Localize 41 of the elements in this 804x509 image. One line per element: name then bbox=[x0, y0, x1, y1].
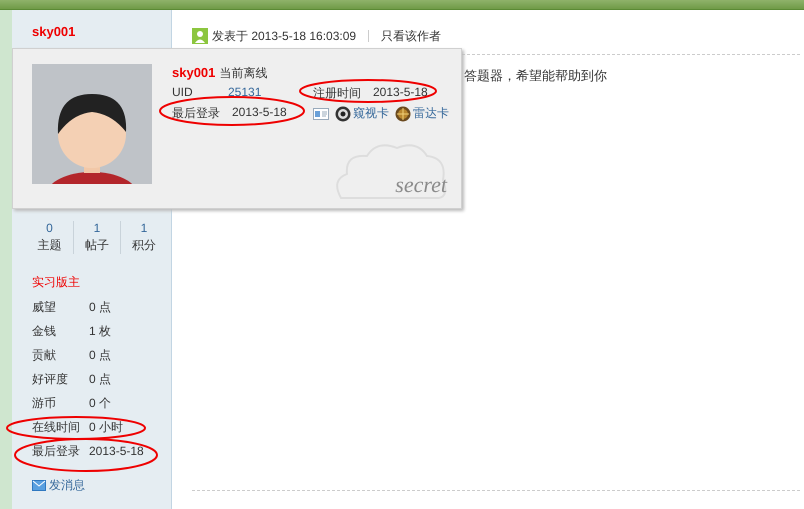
field-label: 游币 bbox=[32, 394, 57, 412]
stat-value[interactable]: 1 bbox=[140, 221, 148, 235]
post-time: 发表于 2013-5-18 16:03:09 bbox=[212, 28, 356, 44]
field-label: 威望 bbox=[32, 298, 57, 316]
field-value: 1 枚 bbox=[89, 322, 112, 340]
field-value: 0 点 bbox=[89, 370, 112, 388]
field-value: 0 小时 bbox=[89, 418, 124, 436]
user-icon bbox=[192, 28, 208, 44]
send-message-link[interactable]: 发消息 bbox=[49, 477, 85, 494]
field-value: 2013-5-18 bbox=[232, 105, 287, 121]
post-text: 答题器，希望能帮助到你 bbox=[464, 67, 607, 85]
online-status: 当前离线 bbox=[219, 65, 268, 82]
user-group: 实习版主 bbox=[32, 274, 171, 291]
uid-link[interactable]: 25131 bbox=[228, 85, 313, 102]
stat-value[interactable]: 0 bbox=[46, 221, 53, 235]
field-label: 好评度 bbox=[32, 370, 69, 388]
author-only-link[interactable]: 只看该作者 bbox=[381, 28, 442, 44]
watermark-text: secret bbox=[395, 172, 447, 198]
envelope-icon bbox=[32, 480, 46, 491]
field-label: UID bbox=[172, 85, 194, 101]
field-value: 0 点 bbox=[89, 298, 112, 316]
field-value: 2013-5-18 bbox=[89, 444, 144, 458]
card-link[interactable]: 窥视卡 bbox=[353, 105, 389, 122]
username[interactable]: sky001 bbox=[32, 24, 76, 39]
username[interactable]: sky001 bbox=[172, 65, 216, 80]
field-label: 金钱 bbox=[32, 322, 57, 340]
field-label: 贡献 bbox=[32, 346, 57, 364]
card-link[interactable]: 雷达卡 bbox=[413, 105, 449, 122]
field-value: 0 个 bbox=[89, 394, 112, 412]
stat-label: 主题 bbox=[38, 237, 62, 254]
radar-icon bbox=[395, 106, 411, 122]
field-label: 最后登录 bbox=[172, 105, 220, 122]
field-value: 0 点 bbox=[89, 346, 112, 364]
eye-icon bbox=[335, 106, 351, 122]
stat-label: 帖子 bbox=[85, 237, 109, 254]
stat-value[interactable]: 1 bbox=[94, 221, 100, 235]
field-value: 2013-5-18 bbox=[373, 85, 428, 101]
field-label: 最后登录 bbox=[32, 442, 81, 460]
field-label: 在线时间 bbox=[32, 418, 81, 436]
profile-card-icon[interactable] bbox=[313, 108, 329, 120]
stat-label: 积分 bbox=[132, 237, 156, 254]
